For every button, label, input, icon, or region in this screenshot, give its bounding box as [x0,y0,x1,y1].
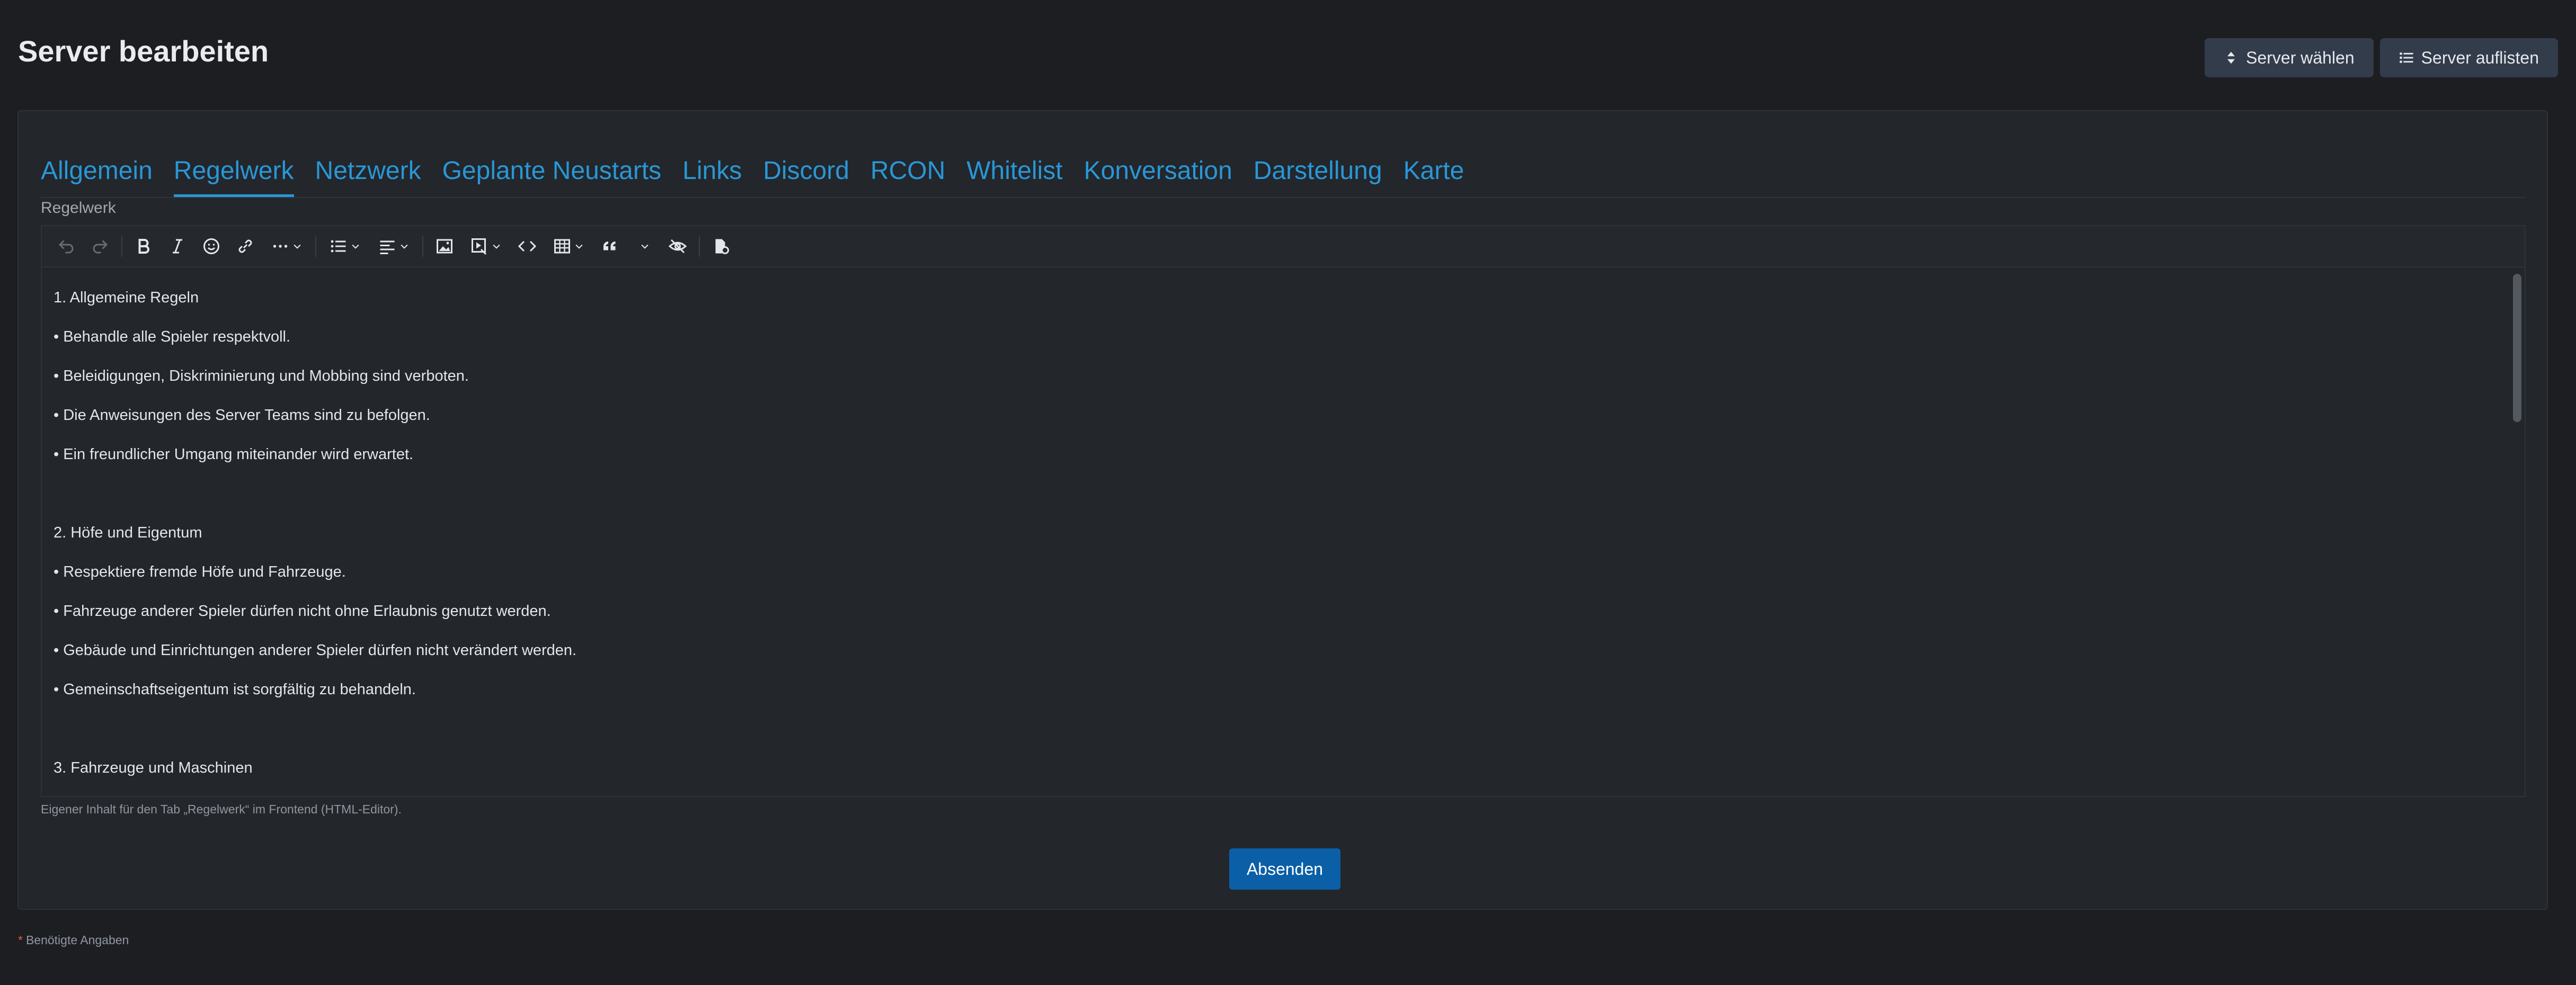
content-line [54,709,2497,748]
emoji-button[interactable] [194,229,228,263]
insert-image-button[interactable] [428,229,461,263]
hide-button[interactable] [661,229,695,263]
tab-regelwerk[interactable]: Regelwerk [173,156,294,197]
tab-allgemein[interactable]: Allgemein [41,156,153,197]
tab-links[interactable]: Links [682,156,742,197]
media-icon [472,238,487,255]
required-marker: * [18,933,23,947]
table-icon [554,239,570,254]
scrollbar-thumb[interactable] [2513,274,2521,422]
tab-karte[interactable]: Karte [1404,156,1464,197]
align-icon [380,240,395,254]
list-icon [331,240,346,253]
chevron-down-icon [575,244,583,249]
redo-icon [93,240,108,254]
content-line: • Gemeinschaftseigentum ist sorgfältig z… [54,681,416,698]
toolbar-divider [422,236,423,257]
emoji-icon [203,238,219,254]
bold-icon [138,239,149,254]
chevron-down-icon [641,244,649,249]
bold-button[interactable] [127,229,161,263]
toolbar-divider [121,236,122,257]
quote-dropdown-button[interactable] [627,229,661,263]
html-editor: 1. Allgemeine Regeln • Behandle alle Spi… [41,225,2526,797]
content-line: 3. Fahrzeuge und Maschinen [54,759,253,776]
redo-button[interactable] [83,229,117,263]
more-icon [273,245,288,248]
content-line: • Ein freundlicher Umgang miteinander wi… [54,446,414,463]
list-button[interactable] [321,229,369,263]
editor-scrollbar[interactable] [2510,267,2525,796]
toolbar-divider [699,236,700,257]
submit-button[interactable]: Absenden [1229,848,1340,890]
chevron-down-icon [352,244,359,249]
italic-button[interactable] [161,229,194,263]
editor-toolbar [42,226,2525,267]
image-icon [437,239,452,254]
undo-icon [58,240,74,254]
editor-content[interactable]: 1. Allgemeine Regeln • Behandle alle Spi… [42,267,2509,796]
page-title: Server bearbeiten [18,34,269,68]
list-icon [2400,52,2413,63]
quote-button[interactable] [593,229,627,263]
tab-bar: Allgemein Regelwerk Netzwerk Geplante Ne… [41,132,2526,198]
chevron-down-icon [401,244,408,249]
content-line: • Gebäude und Einrichtungen anderer Spie… [54,642,577,659]
sort-icon [2227,51,2235,64]
content-line: • Beleidigungen, Diskriminierung und Mob… [54,368,469,384]
field-helper-text: Eigener Inhalt für den Tab „Regelwerk“ i… [41,802,402,816]
undo-button[interactable] [49,229,83,263]
chevron-down-icon [294,244,301,249]
content-line: • Behandle alle Spieler respektvoll. [54,328,291,345]
choose-server-label: Server wählen [2246,48,2355,67]
tab-konversation[interactable]: Konversation [1084,156,1232,197]
required-note: * Benötigte Angaben [18,933,129,947]
align-button[interactable] [369,229,418,263]
tab-geplante-neustarts[interactable]: Geplante Neustarts [442,156,662,197]
hide-icon [668,239,687,254]
required-note-text: Benötigte Angaben [25,933,129,947]
code-button[interactable] [510,229,544,263]
content-line: • Fahrzeuge anderer Spieler dürfen nicht… [54,603,551,620]
template-icon [715,239,729,254]
link-icon [238,239,252,253]
more-button[interactable] [262,229,311,263]
content-line: • Respektiere fremde Höfe und Fahrzeuge. [54,563,346,580]
list-servers-label: Server auflisten [2421,48,2539,67]
table-button[interactable] [544,229,593,263]
italic-icon [173,239,182,254]
tab-rcon[interactable]: RCON [870,156,945,197]
choose-server-button[interactable]: Server wählen [2205,38,2374,77]
link-button[interactable] [228,229,262,263]
code-icon [518,240,537,252]
top-actions: Server wählen Server auflisten [2205,38,2558,77]
content-line: 2. Höfe und Eigentum [54,524,202,541]
tab-whitelist[interactable]: Whitelist [966,156,1062,197]
chevron-down-icon [493,244,500,249]
template-button[interactable] [704,229,738,263]
tab-netzwerk[interactable]: Netzwerk [315,156,421,197]
toolbar-divider [315,236,316,257]
insert-media-button[interactable] [461,229,510,263]
content-line: • Die Anweisungen des Server Teams sind … [54,407,430,424]
tab-darstellung[interactable]: Darstellung [1254,156,1382,197]
edit-panel: Allgemein Regelwerk Netzwerk Geplante Ne… [17,110,2548,910]
content-line [54,474,2497,513]
quote-icon [603,241,616,250]
content-line: 1. Allgemeine Regeln [54,289,199,306]
tab-discord[interactable]: Discord [763,156,849,197]
list-servers-button[interactable]: Server auflisten [2379,38,2558,77]
field-label: Regelwerk [41,199,116,217]
